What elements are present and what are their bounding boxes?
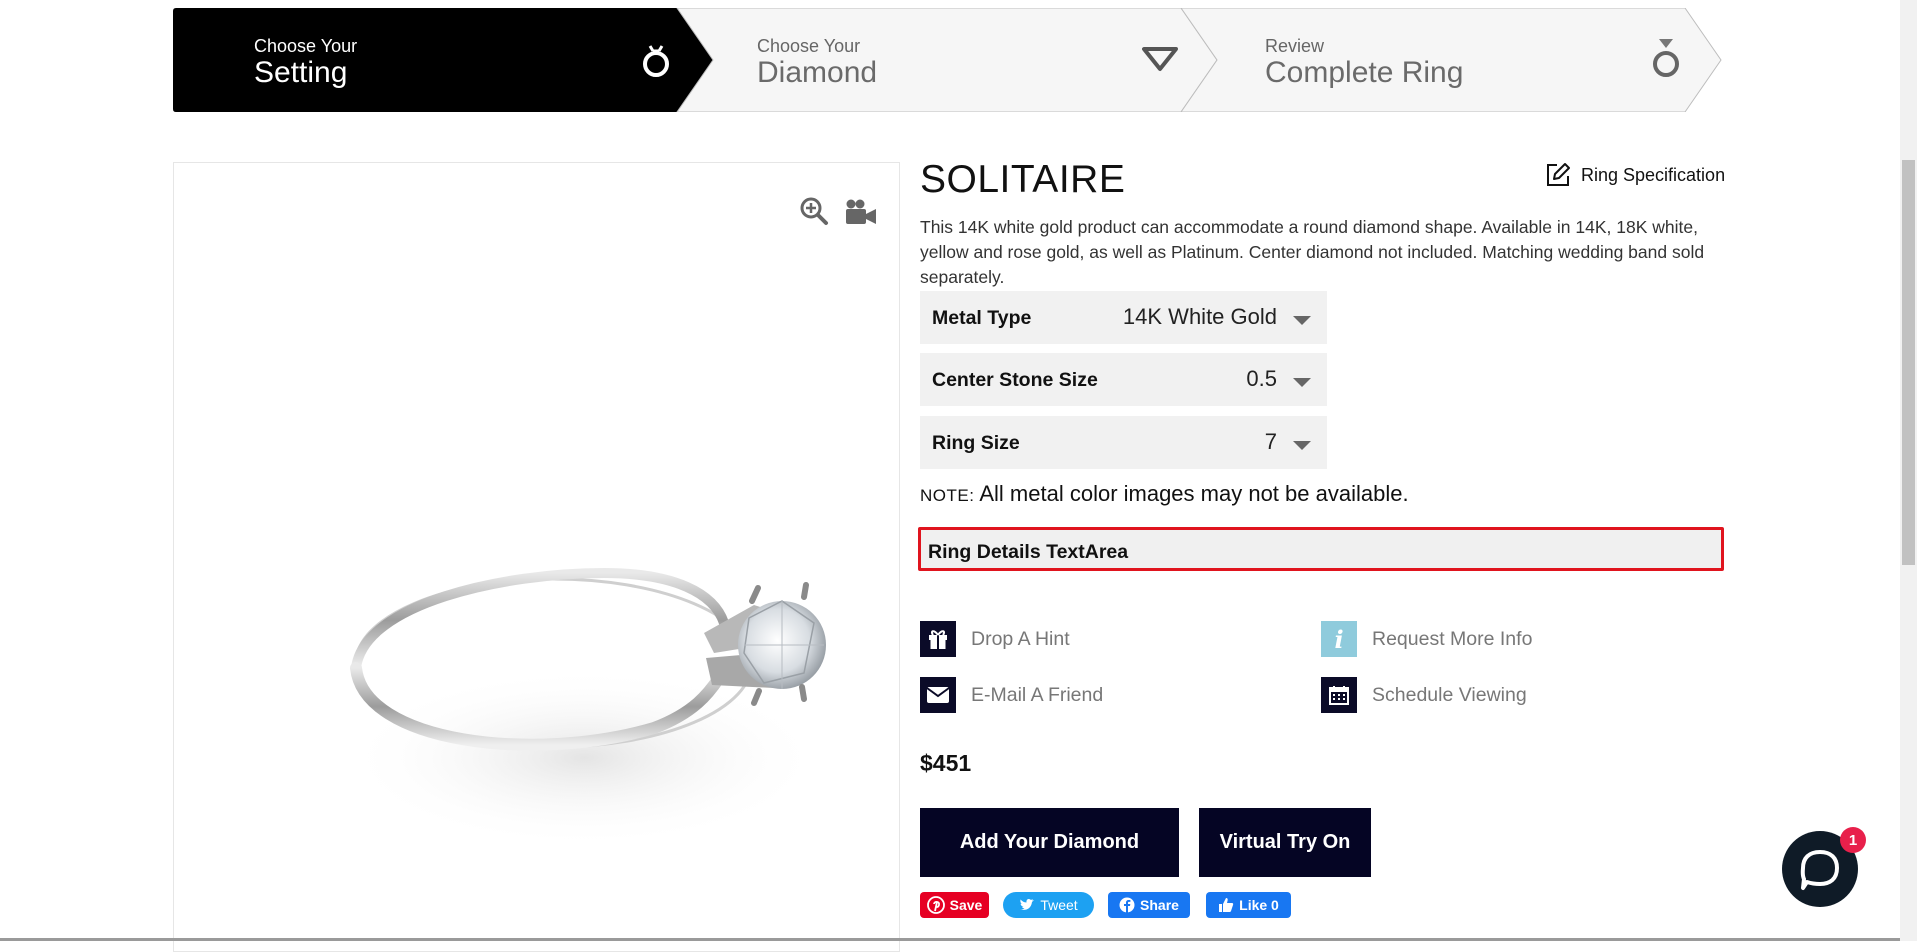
- ring-specification-link[interactable]: Ring Specification: [1545, 161, 1725, 189]
- edit-icon: [1547, 163, 1570, 186]
- note-text: All metal color images may not be availa…: [979, 481, 1409, 506]
- step-choose-setting[interactable]: Choose Your Setting: [173, 8, 713, 112]
- add-your-diamond-button[interactable]: Add Your Diamond: [920, 808, 1179, 877]
- product-description: This 14K white gold product can accommod…: [920, 217, 1705, 287]
- twitter-tweet-button[interactable]: Tweet: [1003, 892, 1094, 918]
- step-main-label: Setting: [254, 56, 348, 89]
- thumbs-up-icon: [1219, 898, 1234, 912]
- step-main-label: Complete Ring: [1265, 56, 1464, 89]
- request-more-info-link[interactable]: i Request More Info: [1321, 621, 1532, 657]
- progress-steps: Choose Your Setting Choose Your Diamond …: [173, 8, 1723, 112]
- metal-type-label: Metal Type: [932, 307, 1032, 329]
- pinterest-save-label: Save: [949, 897, 983, 913]
- product-title: SOLITAIRE: [920, 158, 1126, 201]
- step-sub-label: Choose Your: [254, 36, 358, 56]
- pinterest-save-button[interactable]: Save: [920, 892, 989, 918]
- ring-size-label: Ring Size: [932, 432, 1020, 454]
- step-sub-label: Review: [1265, 36, 1325, 56]
- scrollbar-thumb[interactable]: [1902, 160, 1915, 565]
- step-review-complete-ring[interactable]: Review Complete Ring: [1217, 8, 1723, 112]
- metal-type-select[interactable]: Metal Type 14K White Gold: [920, 291, 1327, 344]
- ring-details-textarea[interactable]: Ring Details TextArea: [918, 527, 1724, 571]
- email-a-friend-link[interactable]: E-Mail A Friend: [920, 677, 1103, 713]
- twitter-tweet-label: Tweet: [1040, 897, 1078, 913]
- envelope-icon: [920, 677, 956, 713]
- step-main-label: Diamond: [757, 56, 878, 89]
- facebook-like-label: Like 0: [1239, 897, 1279, 913]
- ring-product-image: [344, 567, 826, 848]
- diamond-ring-icon: [1653, 39, 1679, 77]
- page-scrollbar[interactable]: [1900, 0, 1917, 941]
- chevron-down-icon: [1293, 441, 1311, 450]
- diamond-icon: [1142, 47, 1178, 71]
- video-camera-icon[interactable]: [845, 198, 877, 226]
- chevron-down-icon: [1293, 316, 1311, 325]
- metal-type-value: 14K White Gold: [1122, 304, 1277, 329]
- schedule-viewing-label: Schedule Viewing: [1372, 683, 1527, 706]
- center-stone-size-label: Center Stone Size: [932, 369, 1098, 391]
- step-sub-label: Choose Your: [757, 36, 861, 56]
- twitter-bird-icon: [1020, 898, 1035, 910]
- ring-specification-label: Ring Specification: [1581, 164, 1726, 185]
- pinterest-icon: [926, 896, 945, 914]
- request-more-info-label: Request More Info: [1372, 627, 1533, 650]
- chat-widget-button[interactable]: 1: [1782, 827, 1866, 907]
- product-price: $451: [920, 750, 972, 776]
- metal-color-note: NOTE: All metal color images may not be …: [920, 481, 1409, 507]
- note-label: NOTE:: [920, 486, 975, 505]
- facebook-icon: [1119, 897, 1135, 913]
- center-stone-size-value: 0.5: [1246, 366, 1277, 391]
- chevron-down-icon: [1293, 378, 1311, 387]
- facebook-share-button[interactable]: Share: [1108, 892, 1190, 918]
- step-choose-diamond[interactable]: Choose Your Diamond: [713, 8, 1217, 112]
- center-stone-size-select[interactable]: Center Stone Size 0.5: [920, 353, 1327, 406]
- schedule-viewing-link[interactable]: Schedule Viewing: [1321, 677, 1527, 713]
- product-image-panel: [173, 162, 900, 952]
- virtual-try-on-button[interactable]: Virtual Try On: [1199, 808, 1371, 877]
- ring-details-label: Ring Details TextArea: [928, 541, 1129, 563]
- info-icon: i: [1321, 621, 1357, 657]
- facebook-like-button[interactable]: Like 0: [1206, 892, 1291, 918]
- chat-bubble-icon: [1800, 850, 1839, 890]
- email-a-friend-label: E-Mail A Friend: [971, 683, 1104, 706]
- ring-size-select[interactable]: Ring Size 7: [920, 416, 1327, 469]
- zoom-in-icon[interactable]: [799, 196, 829, 226]
- ring-size-value: 7: [1264, 429, 1277, 454]
- calendar-icon: [1321, 677, 1357, 713]
- chat-notification-badge: 1: [1840, 827, 1866, 853]
- ring-icon: [643, 45, 669, 77]
- drop-a-hint-label: Drop A Hint: [971, 627, 1070, 650]
- gift-icon: [920, 621, 956, 657]
- facebook-share-label: Share: [1140, 897, 1179, 913]
- drop-a-hint-link[interactable]: Drop A Hint: [920, 621, 1070, 657]
